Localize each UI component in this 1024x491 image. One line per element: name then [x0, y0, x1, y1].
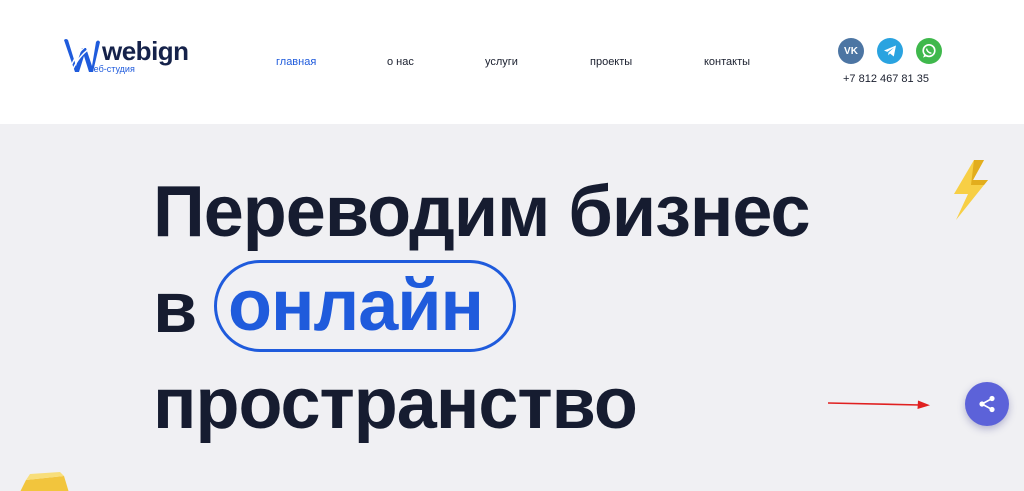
whatsapp-glyph: [922, 43, 936, 58]
phone-link[interactable]: +7 812 467 81 35: [843, 73, 929, 85]
vk-glyph: VK: [844, 45, 858, 57]
hero-heading-line-2-prefix: в: [153, 268, 197, 348]
hero-heading-line-1: Переводим бизнес: [153, 172, 811, 252]
social-links: VK: [838, 38, 944, 66]
logo-tagline: веб-студия: [89, 64, 135, 74]
nav-item-home[interactable]: главная: [276, 56, 316, 68]
telegram-glyph: [884, 45, 896, 57]
gold-cube-icon: [20, 472, 69, 491]
site-header: webign веб-студия главная о нас услуги п…: [0, 0, 1024, 124]
vk-icon[interactable]: VK: [838, 38, 864, 64]
telegram-icon[interactable]: [877, 38, 903, 64]
nav-item-contacts[interactable]: контакты: [704, 56, 750, 68]
hero-heading-line-3: пространство: [153, 364, 638, 444]
whatsapp-icon[interactable]: [916, 38, 942, 64]
nav-item-services[interactable]: услуги: [485, 56, 518, 68]
lightning-bolt-icon: [954, 160, 988, 220]
nav-item-about[interactable]: о нас: [387, 56, 414, 68]
share-button[interactable]: [965, 382, 1009, 426]
hero-section: Переводим бизнес в онлайн пространство: [0, 124, 1024, 491]
nav-item-projects[interactable]: проекты: [590, 56, 632, 68]
share-icon: [979, 395, 995, 413]
hero-heading-highlight: онлайн: [228, 266, 484, 346]
red-arrow-icon: [828, 400, 930, 409]
logo-wordmark: webign: [102, 36, 189, 66]
logo[interactable]: webign веб-студия: [62, 36, 212, 78]
